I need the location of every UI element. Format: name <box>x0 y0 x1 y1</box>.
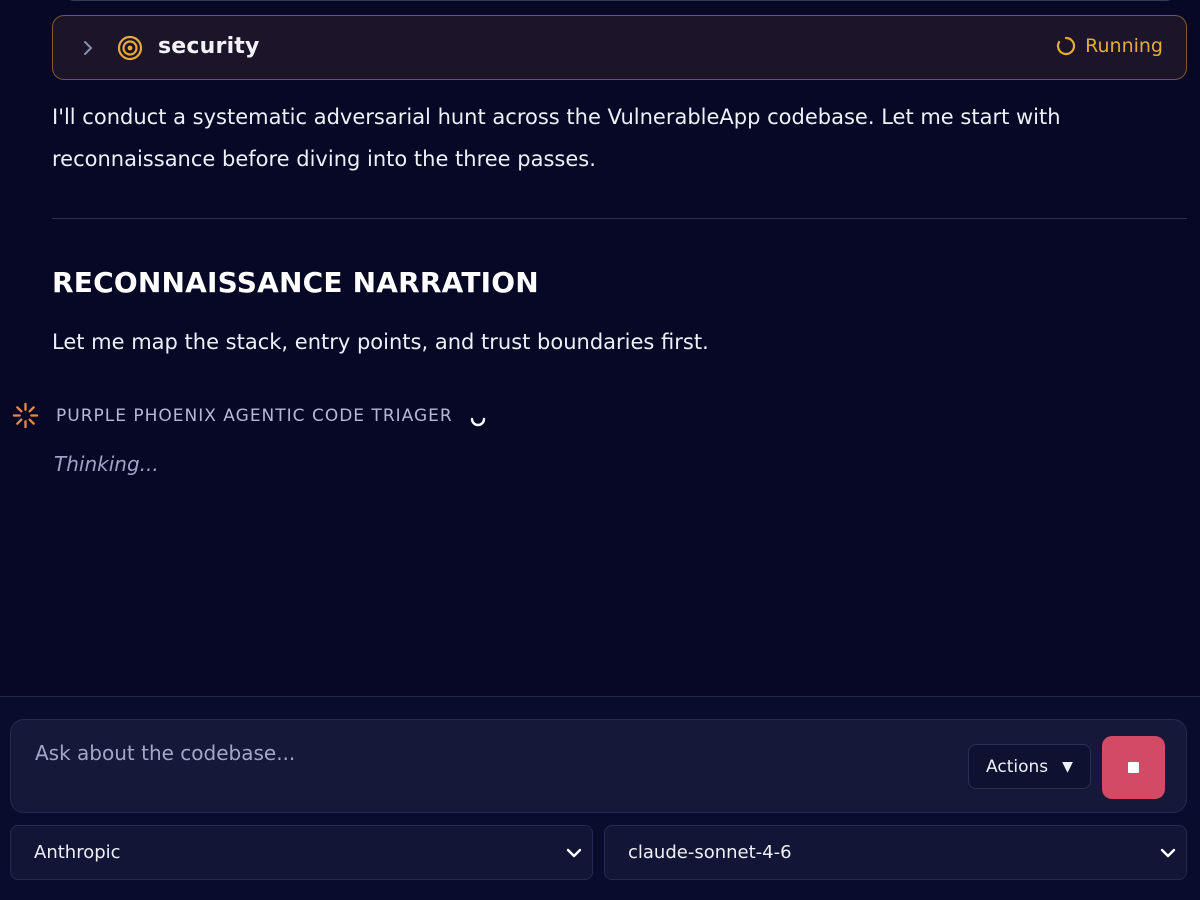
status-label: Running <box>1085 35 1163 57</box>
loading-spinner-icon <box>470 417 485 426</box>
chevron-down-icon <box>1160 848 1176 858</box>
provider-value: Anthropic <box>34 842 121 863</box>
stop-icon <box>1128 762 1139 773</box>
tool-name: security <box>158 34 260 59</box>
model-select[interactable]: claude-sonnet-4-6 <box>604 825 1187 880</box>
composer-zone: Actions ▼ Anthropic claude-sonnet-4-6 <box>0 696 1200 900</box>
model-value: claude-sonnet-4-6 <box>628 842 792 863</box>
caret-down-icon: ▼ <box>1062 758 1073 775</box>
section-paragraph: Let me map the stack, entry points, and … <box>52 330 709 354</box>
chevron-right-icon[interactable] <box>80 36 98 60</box>
previous-card <box>62 0 1178 1</box>
message-input[interactable] <box>33 736 933 770</box>
agent-header: PURPLE PHOENIX AGENTIC CODE TRIAGER <box>12 402 487 429</box>
actions-label: Actions <box>986 756 1049 777</box>
divider <box>52 218 1187 219</box>
spinner-icon <box>1057 36 1076 56</box>
tool-status: Running <box>1055 35 1163 57</box>
chat-area: security Running I'll conduct a systemat… <box>0 0 1200 696</box>
agent-name: PURPLE PHOENIX AGENTIC CODE TRIAGER <box>56 405 453 426</box>
provider-select[interactable]: Anthropic <box>10 825 593 880</box>
intro-text: I'll conduct a systematic adversarial hu… <box>52 105 1061 171</box>
target-icon <box>117 35 143 61</box>
thinking-text: Thinking... <box>54 452 159 476</box>
stop-button[interactable] <box>1102 736 1165 799</box>
burst-icon <box>12 402 39 429</box>
section-heading: RECONNAISSANCE NARRATION <box>52 266 539 299</box>
actions-button[interactable]: Actions ▼ <box>968 744 1091 789</box>
composer: Actions ▼ <box>10 719 1187 813</box>
chevron-down-icon <box>566 848 582 858</box>
